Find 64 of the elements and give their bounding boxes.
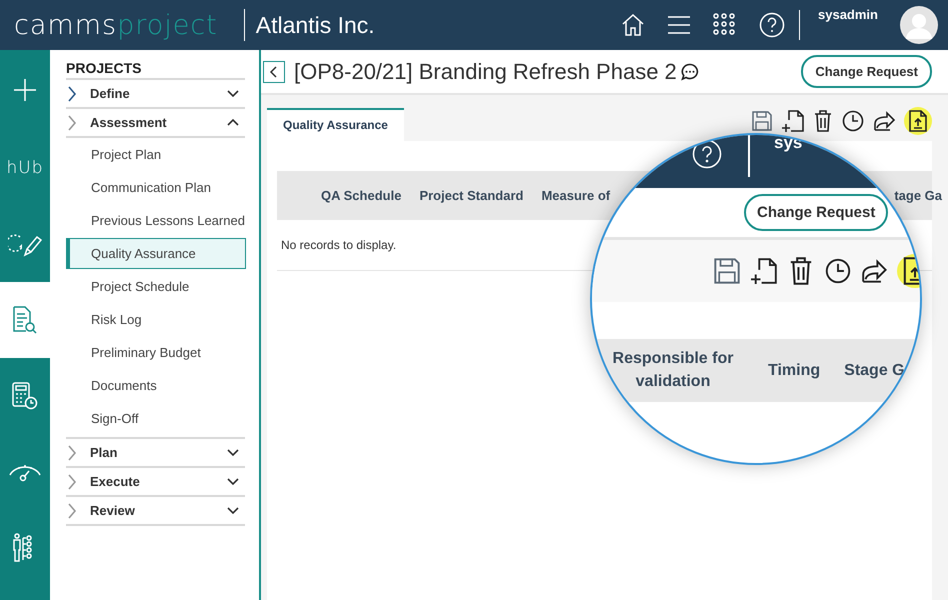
chevron-down-icon[interactable] bbox=[227, 90, 239, 97]
column-header: Stage G bbox=[844, 362, 905, 380]
sidebar-section[interactable]: Assessment bbox=[66, 109, 245, 138]
column-header: Timing bbox=[768, 362, 820, 380]
sidebar-item[interactable]: Project Schedule bbox=[66, 270, 245, 303]
chevron-up-icon[interactable] bbox=[227, 119, 239, 126]
sidebar-section[interactable]: Review bbox=[66, 497, 245, 526]
sidebar-item[interactable]: Risk Log bbox=[66, 303, 245, 336]
menu-icon[interactable] bbox=[667, 15, 692, 35]
sidebar-item[interactable]: Communication Plan bbox=[66, 171, 245, 204]
help-icon[interactable] bbox=[759, 12, 786, 38]
sidebar-heading: PROJECTS bbox=[66, 60, 245, 80]
new-document-icon[interactable] bbox=[749, 255, 779, 287]
sidebar-item[interactable]: Documents bbox=[66, 369, 245, 402]
column-header[interactable]: QA Schedule bbox=[321, 188, 402, 203]
section-label: Review bbox=[90, 503, 136, 518]
upload-icon[interactable] bbox=[904, 107, 932, 135]
column-header: Responsible for validation bbox=[612, 349, 734, 392]
chevron-down-icon[interactable] bbox=[227, 449, 239, 456]
comment-icon[interactable] bbox=[680, 62, 699, 80]
save-icon[interactable] bbox=[750, 109, 774, 133]
sidebar-item[interactable]: Sign-Off bbox=[66, 402, 245, 435]
sidebar-item[interactable]: Quality Assurance bbox=[66, 238, 246, 269]
column-header[interactable]: Project Standard bbox=[419, 188, 524, 203]
hub-link[interactable]: hUb bbox=[6, 158, 44, 178]
chevron-right-icon bbox=[68, 474, 77, 490]
trash-icon[interactable] bbox=[812, 108, 834, 134]
tab[interactable]: Quality Assurance bbox=[267, 108, 404, 141]
help-icon bbox=[692, 139, 722, 169]
back-icon[interactable] bbox=[263, 60, 285, 82]
column-header[interactable]: tage Ga bbox=[894, 188, 942, 203]
change-request-button[interactable]: Change Request bbox=[801, 55, 932, 88]
sidebar-section[interactable]: Execute bbox=[66, 468, 245, 497]
chevron-down-icon[interactable] bbox=[227, 507, 239, 514]
home-icon[interactable] bbox=[621, 13, 646, 37]
logo: camms project bbox=[14, 10, 218, 40]
sidebar-item[interactable]: Preliminary Budget bbox=[66, 336, 245, 369]
calculator-clock-icon[interactable] bbox=[12, 382, 38, 410]
user-name[interactable]: sysadmin bbox=[818, 7, 878, 22]
sidebar-section[interactable]: Plan bbox=[66, 439, 245, 468]
chevron-right-icon bbox=[68, 114, 77, 130]
chevron-right-icon bbox=[68, 444, 77, 460]
clock-icon[interactable] bbox=[840, 108, 866, 134]
column-header[interactable]: Measure of bbox=[541, 188, 610, 203]
chevron-right-icon bbox=[68, 502, 77, 518]
apps-grid-icon[interactable] bbox=[713, 13, 738, 37]
organization-name: Atlantis Inc. bbox=[256, 12, 375, 38]
new-document-icon[interactable] bbox=[780, 108, 806, 134]
page-title: [OP8-20/21] Branding Refresh Phase 2 bbox=[294, 58, 677, 84]
section-label: Assessment bbox=[90, 115, 168, 130]
avatar-icon[interactable] bbox=[900, 6, 938, 44]
change-request-button[interactable]: Change Request bbox=[744, 194, 888, 231]
user-name: sys bbox=[774, 135, 802, 153]
sidebar-item[interactable]: Previous Lessons Learned bbox=[66, 204, 245, 237]
section-label: Execute bbox=[90, 474, 141, 489]
section-label: Plan bbox=[90, 445, 118, 460]
plus-icon[interactable] bbox=[13, 78, 37, 102]
chevron-right-icon bbox=[68, 86, 77, 102]
section-label: Define bbox=[90, 86, 131, 101]
sidebar-item[interactable]: Project Plan bbox=[66, 138, 245, 171]
sidebar-section[interactable]: Define bbox=[66, 80, 245, 109]
chevron-down-icon[interactable] bbox=[227, 478, 239, 485]
document-search-icon[interactable] bbox=[12, 306, 38, 334]
share-icon[interactable] bbox=[872, 109, 898, 133]
